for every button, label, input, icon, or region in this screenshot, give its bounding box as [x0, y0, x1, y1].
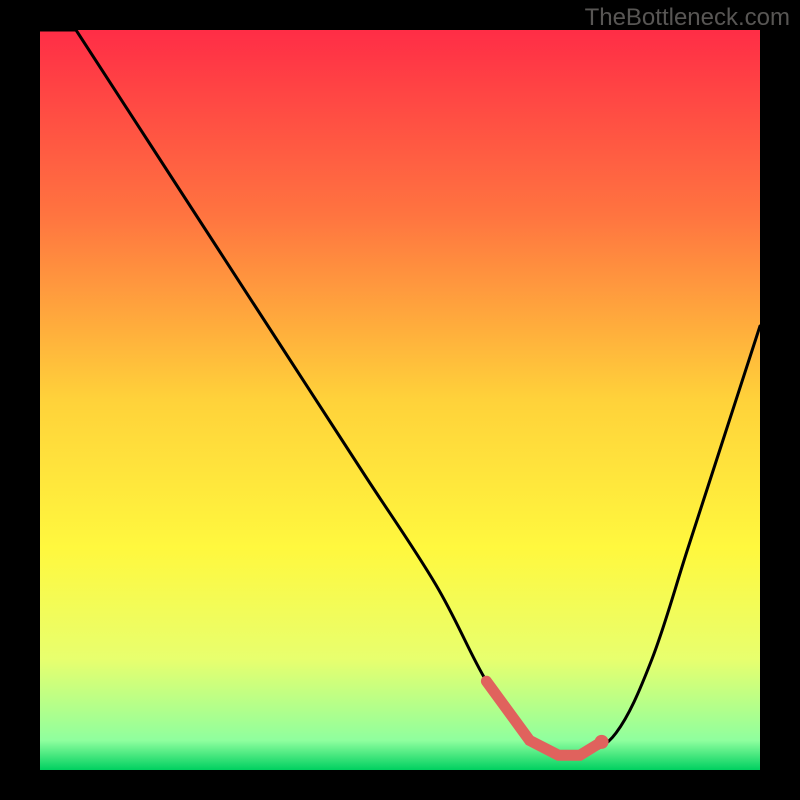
chart-container: TheBottleneck.com: [0, 0, 800, 800]
watermark-text: TheBottleneck.com: [585, 4, 790, 32]
bottleneck-chart: [0, 0, 800, 800]
optimal-end-dot: [595, 735, 609, 749]
